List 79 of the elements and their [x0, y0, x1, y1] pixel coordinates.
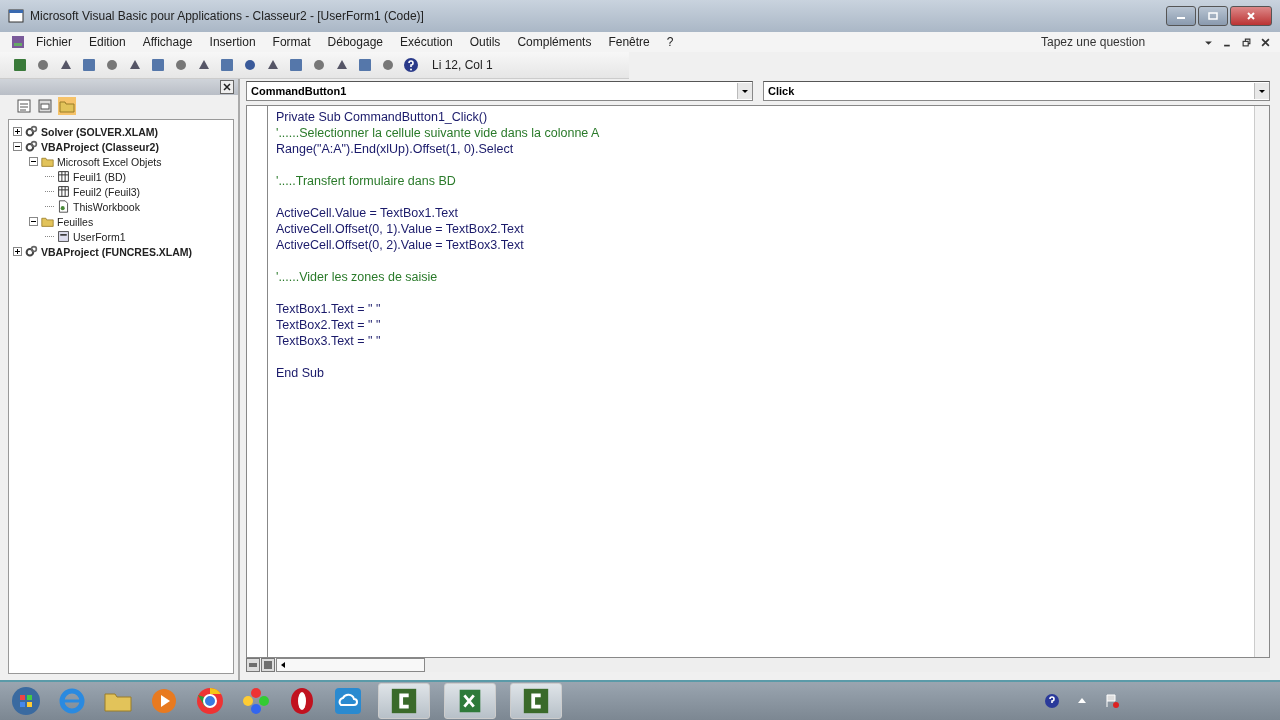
- object-dropdown[interactable]: CommandButton1: [246, 81, 753, 101]
- caret-icon: [1258, 87, 1266, 95]
- close-icon: [1246, 11, 1256, 21]
- collapse-toggle[interactable]: [29, 217, 38, 226]
- gears-icon: [25, 245, 38, 258]
- tree-item[interactable]: VBAProject (Classeur2): [41, 140, 159, 153]
- menu-item[interactable]: Fichier: [36, 35, 81, 49]
- tree-item[interactable]: ThisWorkbook: [73, 200, 140, 213]
- horizontal-scrollbar[interactable]: [276, 658, 425, 672]
- code-line: Private Sub CommandButton1_Click(): [276, 110, 488, 124]
- taskbar-button[interactable]: [510, 683, 562, 719]
- gears-icon: [25, 140, 38, 153]
- tree-item[interactable]: Microsoft Excel Objets: [57, 155, 162, 168]
- code-line: End Sub: [276, 366, 324, 380]
- tree-item[interactable]: VBAProject (FUNCRES.XLAM): [41, 245, 193, 258]
- menu-item[interactable]: Exécution: [400, 35, 462, 49]
- help-icon[interactable]: [1044, 693, 1060, 709]
- menu-item[interactable]: Insertion: [209, 35, 265, 49]
- folder-icon: [41, 155, 54, 168]
- menu-item[interactable]: Outils: [469, 35, 510, 49]
- code-line: '......Selectionner la cellule suivante vide dans la colonne A: [276, 126, 600, 140]
- bracket-logo-icon: [521, 686, 551, 716]
- tree-item[interactable]: Feuil2 (Feuil3): [73, 185, 141, 198]
- tree-item[interactable]: UserForm1: [73, 230, 126, 243]
- restore-icon[interactable]: [1242, 37, 1251, 47]
- cloud-icon[interactable]: [332, 685, 364, 717]
- code-line: ActiveCell.Offset(0, 1).Value = TextBox2.Text: [276, 222, 524, 236]
- procedure-view-icon[interactable]: [246, 658, 260, 672]
- tree-item[interactable]: Feuil1 (BD): [73, 170, 127, 183]
- code-line: TextBox3.Text = " ": [276, 334, 381, 348]
- app-icon: [8, 8, 24, 24]
- vertical-scrollbar[interactable]: [1254, 106, 1269, 657]
- left-arrow-icon: [279, 661, 287, 669]
- window-title: Microsoft Visual Basic pour Applications - Classeur2 - [UserForm1 (Code)]: [30, 9, 425, 23]
- view-form-icon[interactable]: [37, 98, 53, 114]
- module-view-icon[interactable]: [261, 658, 275, 672]
- taskbar-button[interactable]: [378, 683, 430, 719]
- help-icon[interactable]: [403, 57, 419, 73]
- sheet-icon: [57, 170, 70, 183]
- maximize-button[interactable]: [1198, 6, 1228, 26]
- menu-item[interactable]: Affichage: [142, 35, 202, 49]
- caret-icon: [741, 87, 749, 95]
- flag-icon[interactable]: [1104, 693, 1120, 709]
- cursor-position: Li 12, Col 1: [432, 58, 494, 72]
- flower-icon[interactable]: [240, 685, 272, 717]
- tree-item[interactable]: Solver (SOLVER.XLAM): [41, 125, 159, 138]
- collapse-toggle[interactable]: [29, 157, 38, 166]
- menu-item[interactable]: Débogage: [327, 35, 392, 49]
- collapse-toggle[interactable]: [13, 142, 22, 151]
- code-line: TextBox2.Text = " ": [276, 318, 381, 332]
- minimize-button[interactable]: [1166, 6, 1196, 26]
- tree-item[interactable]: Feuilles: [57, 215, 94, 228]
- expand-toggle[interactable]: [13, 127, 22, 136]
- code-line: TextBox1.Text = " ": [276, 302, 381, 316]
- code-line: ActiveCell.Value = TextBox1.Text: [276, 206, 458, 220]
- close-icon[interactable]: [1261, 37, 1270, 47]
- menu-item[interactable]: Edition: [89, 35, 135, 49]
- bracket-logo-icon: [389, 686, 419, 716]
- code-line: Range("A:A").End(xlUp).Offset(1, 0).Select: [276, 142, 514, 156]
- start-icon[interactable]: [10, 685, 42, 717]
- maximize-icon: [1208, 11, 1218, 21]
- code-line: '.....Transfert formulaire dans BD: [276, 174, 456, 188]
- code-line: '......Vider les zones de saisie: [276, 270, 438, 284]
- menu-item[interactable]: Compléments: [517, 35, 601, 49]
- expand-toggle[interactable]: [13, 247, 22, 256]
- procedure-dropdown[interactable]: Click: [763, 81, 1270, 101]
- document-icon: [57, 200, 70, 213]
- close-button[interactable]: [220, 80, 234, 94]
- menu-item[interactable]: Fenêtre: [608, 35, 659, 49]
- close-button[interactable]: [1230, 6, 1272, 26]
- menu-item[interactable]: ?: [666, 35, 683, 49]
- taskbar-button[interactable]: [444, 683, 496, 719]
- folder-icon: [41, 215, 54, 228]
- view-code-icon[interactable]: [16, 98, 32, 114]
- gears-icon: [25, 125, 38, 138]
- sheet-icon: [57, 185, 70, 198]
- browser-icon[interactable]: [194, 685, 226, 717]
- menu-item[interactable]: Format: [272, 35, 320, 49]
- code-line: ActiveCell.Offset(0, 2).Value = TextBox3.Text: [276, 238, 524, 252]
